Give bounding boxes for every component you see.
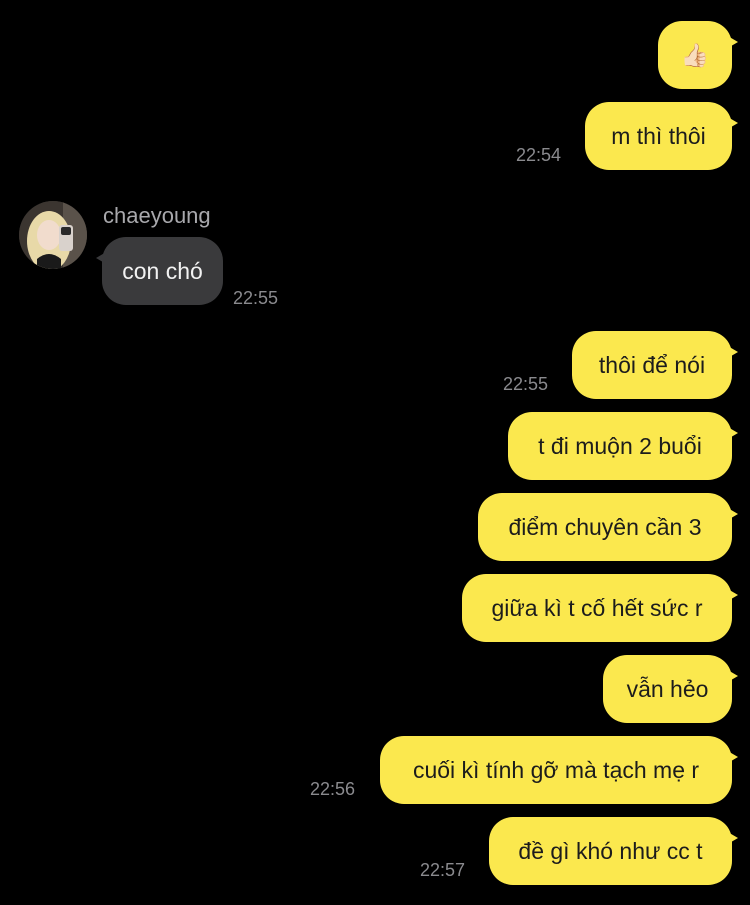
message-text: giữa kì t cố hết sức r [491, 595, 703, 621]
message-timestamp: 22:56 [310, 779, 356, 799]
message-bubble[interactable]: điểm chuyên cần 3 [478, 493, 738, 561]
contact-avatar[interactable] [19, 201, 87, 269]
avatar-image [19, 201, 87, 269]
message-bubble[interactable]: đề gì khó như cc t [489, 817, 738, 885]
message-bubble[interactable]: m thì thôi [585, 102, 738, 170]
message-text: cuối kì tính gỡ mà tạch mẹ r [412, 757, 700, 783]
message-bubble-incoming[interactable]: con chó [96, 237, 223, 305]
message-bubble[interactable]: vẫn hẻo [603, 655, 738, 723]
message-text: đề gì khó như cc t [518, 838, 703, 864]
message-text: thôi để nói [598, 352, 706, 378]
message-text: điểm chuyên cần 3 [508, 514, 702, 540]
message-timestamp: 22:55 [503, 374, 549, 394]
message-text: m thì thôi [611, 123, 706, 149]
message-bubble[interactable]: t đi muộn 2 buổi [508, 412, 738, 480]
message-bubble[interactable]: cuối kì tính gỡ mà tạch mẹ r [380, 736, 738, 804]
message-text: vẫn hẻo [626, 676, 709, 702]
message-timestamp: 22:57 [420, 860, 466, 880]
message-timestamp: 22:54 [516, 145, 562, 165]
message-text: t đi muộn 2 buổi [538, 433, 702, 459]
message-text: con chó [122, 258, 203, 284]
message-bubble[interactable]: thôi để nói [572, 331, 738, 399]
message-bubble-thumbs-up[interactable]: 👍🏻 [658, 21, 738, 89]
sender-name: chaeyoung [103, 203, 211, 228]
thumbs-up-icon: 👍🏻 [680, 42, 710, 68]
message-timestamp: 22:55 [233, 288, 279, 308]
message-bubble[interactable]: giữa kì t cố hết sức r [462, 574, 738, 642]
